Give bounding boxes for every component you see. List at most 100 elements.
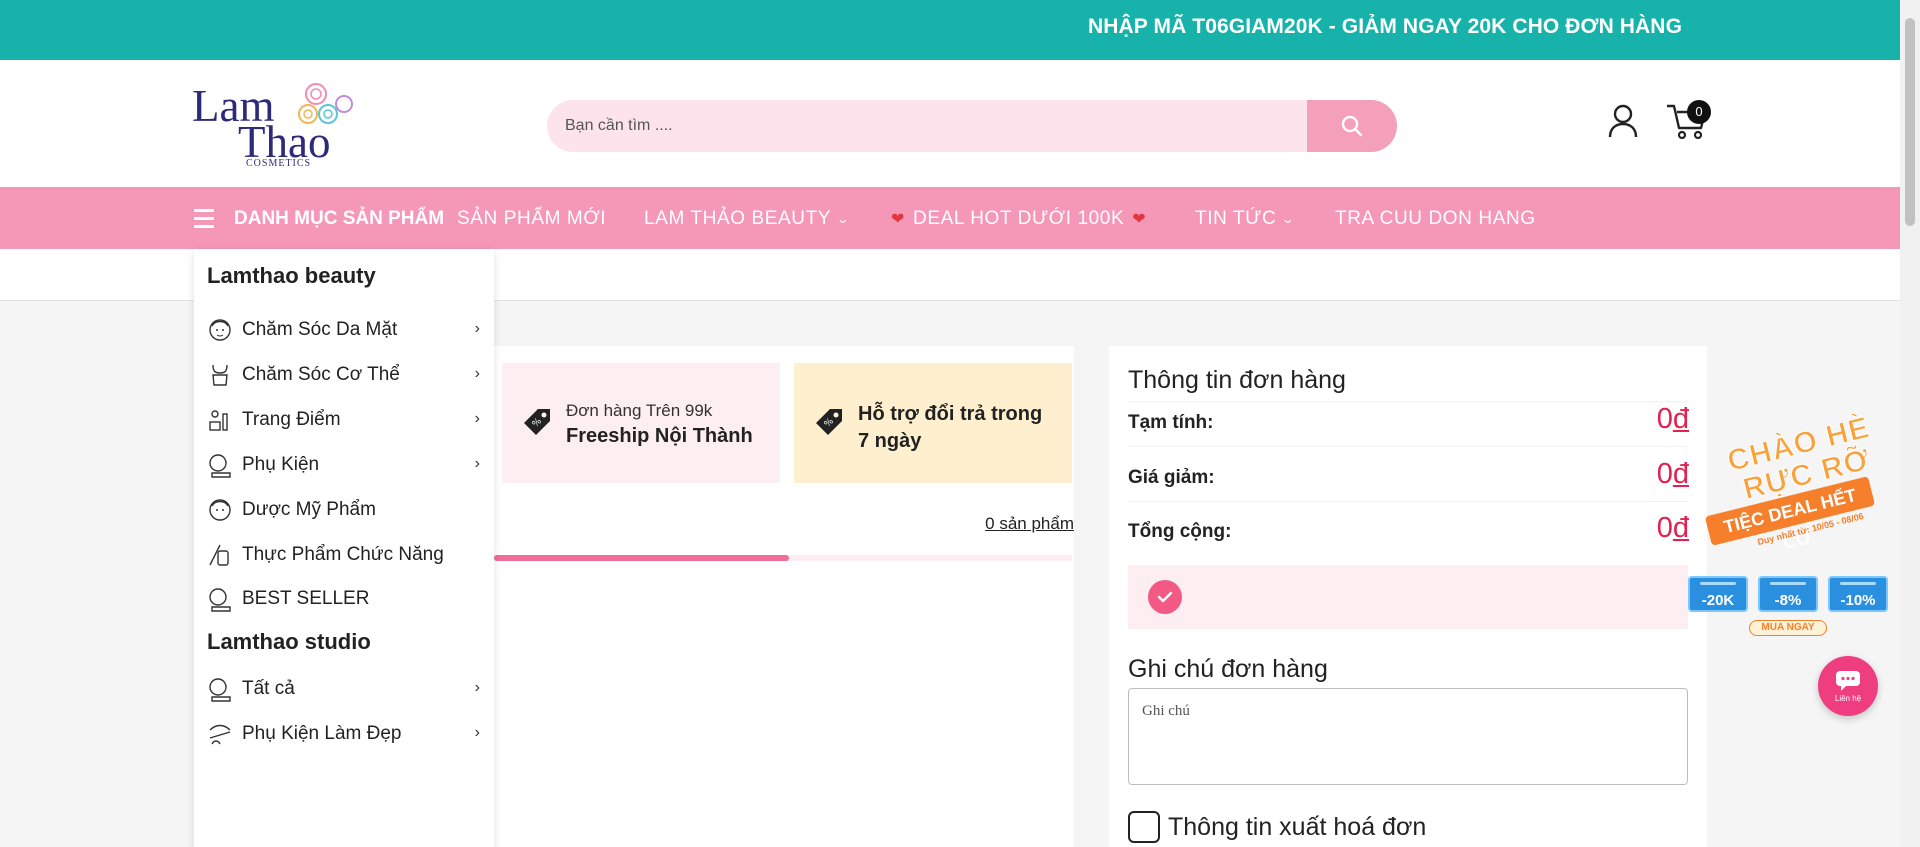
chevron-right-icon: ›: [474, 724, 480, 741]
subtotal-label: Tạm tính:: [1128, 412, 1214, 433]
divider: [1128, 446, 1688, 447]
face-care-icon: [209, 499, 231, 521]
nav-order-lookup[interactable]: TRA CUU DON HANG: [1335, 208, 1536, 230]
subtotal-value: 0đ: [1656, 403, 1689, 435]
category-label: Dược Mỹ Phẩm: [242, 499, 376, 520]
mirror-icon: [209, 678, 231, 702]
order-summary-title: Thông tin đơn hàng: [1128, 366, 1346, 394]
coupon-10-percent: -10%: [1828, 576, 1888, 612]
order-note-input[interactable]: [1128, 688, 1688, 785]
category-best-seller[interactable]: BEST SELLER: [206, 581, 488, 617]
mirror-icon: [209, 588, 231, 612]
body-care-icon: [212, 364, 228, 386]
total-label: Tổng cộng:: [1128, 521, 1232, 542]
nav-new-products-label: SẢN PHẨM MỚI: [457, 208, 607, 229]
checkbox-icon[interactable]: [1128, 811, 1160, 843]
header: Lam Thao COSMETICS 0: [0, 60, 1900, 187]
category-body-care[interactable]: Chăm Sóc Cơ Thể ›: [206, 357, 488, 393]
category-label: Phụ Kiện: [242, 454, 320, 475]
order-summary: Thông tin đơn hàng Tạm tính: 0đ Giá giảm…: [1109, 346, 1707, 847]
chevron-down-icon: ⌄: [835, 212, 851, 226]
nav-order-lookup-label: TRA CUU DON HANG: [1335, 208, 1536, 229]
announcement-text: NHẬP MÃ T06GIAM20K - GIẢM NGAY 20K CHO Đ…: [1088, 15, 1682, 38]
mirror-icon: [209, 454, 231, 478]
chevron-right-icon: ›: [474, 455, 480, 472]
coupon-20k: -20K: [1688, 576, 1748, 612]
category-beauty-accessories[interactable]: Phụ Kiện Làm Đẹp ›: [206, 716, 488, 752]
category-makeup[interactable]: Trang Điểm ›: [206, 402, 488, 438]
search-input[interactable]: [565, 100, 1345, 152]
main-nav: DANH MỤC SẢN PHẨM SẢN PHẨM MỚI LAM THẢO …: [0, 187, 1900, 249]
accessory-icon: [209, 724, 231, 745]
category-group-studio[interactable]: Lamthao studio: [207, 629, 371, 655]
total-value: 0đ: [1656, 512, 1689, 544]
contact-chat-button[interactable]: Liên hệ: [1818, 656, 1878, 716]
category-label: Chăm Sóc Da Mặt: [242, 319, 398, 340]
freeship-promo: % Đơn hàng Trên 99k Freeship Nội Thành: [502, 363, 780, 483]
site-logo[interactable]: Lam Thao COSMETICS: [190, 80, 360, 172]
category-accessories[interactable]: Phụ Kiện ›: [206, 447, 488, 483]
chat-label: Liên hệ: [1834, 693, 1862, 703]
discount-label: Giá giảm:: [1128, 467, 1215, 488]
nav-deal-hot-label: DEAL HOT DƯỚI 100K: [913, 208, 1125, 229]
search-icon: [1341, 115, 1363, 137]
category-group-beauty[interactable]: Lamthao beauty: [207, 263, 376, 289]
search-button[interactable]: [1307, 100, 1397, 152]
category-label: BEST SELLER: [242, 588, 370, 609]
freeship-status-box: [1128, 565, 1688, 629]
category-label: Trang Điểm: [242, 409, 341, 430]
category-label: Thực Phẩm Chức Năng: [242, 544, 444, 565]
chat-bubble-icon: [1836, 670, 1860, 691]
freeship-progress-bar: [494, 555, 1072, 561]
chevron-down-icon: ⌄: [1281, 212, 1297, 226]
nav-product-categories[interactable]: DANH MỤC SẢN PHẨM: [234, 208, 444, 230]
logo-tagline: COSMETICS: [246, 158, 312, 169]
nav-deal-hot[interactable]: ❤ DEAL HOT DƯỚI 100K ❤: [891, 208, 1146, 230]
supplement-icon: [209, 544, 229, 566]
nav-news[interactable]: TIN TỨC ⌄: [1195, 208, 1297, 230]
page-scrollbar[interactable]: [1900, 0, 1920, 847]
nav-lamthao-beauty-label: LAM THẢO BEAUTY: [644, 208, 832, 229]
price-tag-icon: %: [816, 409, 842, 435]
chevron-right-icon: ›: [474, 320, 480, 337]
search-bar: [547, 100, 1397, 152]
category-face-care[interactable]: Chăm Sóc Da Mặt ›: [206, 312, 488, 348]
hamburger-menu-icon[interactable]: [194, 209, 214, 229]
heart-icon: ❤: [891, 211, 906, 228]
summer-deal-banner[interactable]: CHÀO HÈ RỰC RỠ TIỆC DEAL HẾT CỠ Duy nhất…: [1686, 410, 1896, 638]
category-dropdown: Lamthao beauty Chăm Sóc Da Mặt › Chăm Só…: [194, 249, 494, 847]
heart-icon: ❤: [1132, 211, 1147, 228]
cart-item-count[interactable]: 0 sản phẩm: [985, 514, 1074, 534]
nav-new-products[interactable]: SẢN PHẨM MỚI: [457, 208, 606, 230]
invoice-label: Thông tin xuất hoá đơn: [1168, 812, 1427, 841]
buy-now-button[interactable]: MUA NGAY: [1749, 620, 1827, 636]
category-cosmeceuticals[interactable]: Dược Mỹ Phẩm: [206, 492, 488, 528]
discount-value: 0đ: [1656, 458, 1689, 490]
chevron-right-icon: ›: [474, 410, 480, 427]
invoice-checkbox[interactable]: Thông tin xuất hoá đơn: [1128, 811, 1426, 843]
user-account-icon[interactable]: [1608, 104, 1638, 138]
chevron-right-icon: ›: [474, 365, 480, 382]
nav-news-label: TIN TỨC: [1195, 208, 1277, 229]
face-care-icon: [209, 319, 231, 341]
check-icon: [1148, 580, 1182, 614]
scrollbar-thumb[interactable]: [1905, 18, 1915, 226]
return-policy-promo: % Hỗ trợ đổi trả trong 7 ngày: [794, 363, 1072, 483]
return-policy-text: Hỗ trợ đổi trả trong 7 ngày: [858, 403, 1043, 452]
freeship-title: Freeship Nội Thành: [566, 425, 753, 447]
makeup-icon: [209, 410, 228, 431]
order-note-title: Ghi chú đơn hàng: [1128, 655, 1328, 683]
cart-count-badge: 0: [1687, 100, 1711, 124]
nav-lamthao-beauty[interactable]: LAM THẢO BEAUTY ⌄: [644, 208, 851, 230]
progress-fill: [494, 555, 789, 561]
category-label: Tất cả: [242, 678, 295, 699]
category-all[interactable]: Tất cả ›: [206, 671, 488, 707]
price-tag-icon: %: [524, 409, 550, 435]
divider: [1128, 501, 1688, 502]
category-label: Phụ Kiện Làm Đẹp: [242, 723, 402, 744]
category-label: Chăm Sóc Cơ Thể: [242, 364, 400, 385]
category-supplements[interactable]: Thực Phẩm Chức Năng: [206, 537, 488, 573]
announcement-bar: NHẬP MÃ T06GIAM20K - GIẢM NGAY 20K CHO Đ…: [0, 0, 1900, 60]
freeship-condition: Đơn hàng Trên 99k: [566, 401, 713, 420]
coupon-8-percent: -8%: [1758, 576, 1818, 612]
